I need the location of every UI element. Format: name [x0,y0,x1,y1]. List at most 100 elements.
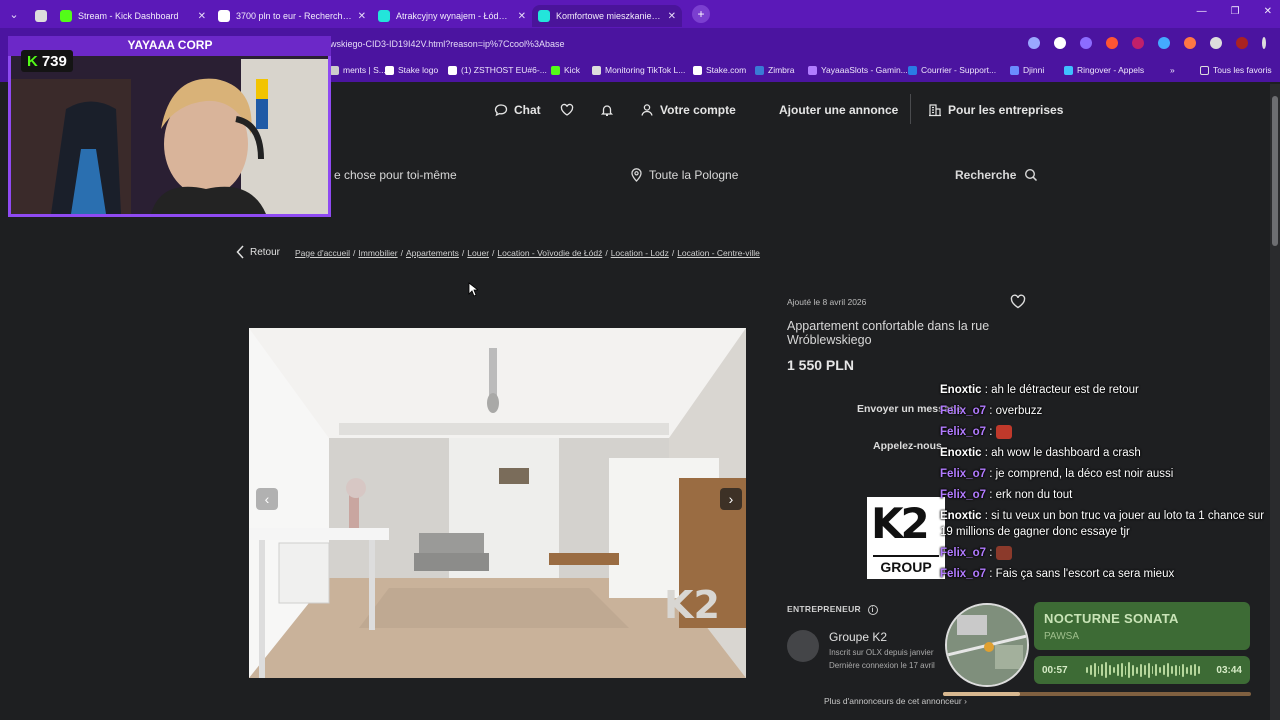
bookmark-label: Kick [564,65,581,75]
waveform-bar [1178,665,1181,675]
folder-icon [1200,65,1209,75]
breadcrumb-link[interactable]: Appartements [406,248,459,258]
elapsed-time: 00:57 [1042,665,1068,676]
kebab-menu-icon[interactable] [1262,37,1266,49]
tab-close-icon[interactable]: ✕ [358,11,366,22]
bookmark-item[interactable]: Monitoring TikTok L... [592,65,685,75]
info-icon[interactable]: i [867,605,878,615]
extension-icon[interactable] [1080,37,1092,49]
album-art-image [947,605,1027,685]
minimize-icon[interactable]: — [1197,6,1207,17]
search-button[interactable]: Recherche [955,168,1038,182]
waveform-bar [1128,662,1131,678]
chat-text: Fais ça sans l'escort ca sera mieux [995,568,1175,580]
restore-icon[interactable]: ❐ [1231,6,1240,17]
track-progress-fill [943,692,1020,696]
nav-business[interactable]: Pour les entreprises [928,100,1063,120]
chevron-right-icon: › [964,696,967,706]
chat-username: Felix_o7 [940,468,987,480]
bookmark-favicon-icon [755,65,764,75]
breadcrumb-link[interactable]: Page d'accueil [295,248,350,258]
apartment-photo-image: K2 [249,328,746,678]
bookmark-item[interactable]: Djinni [1010,65,1044,75]
breadcrumb-link[interactable]: Location - Voïvodie de Łódź [497,248,602,258]
nav-account[interactable]: Votre compte [640,100,736,120]
bookmark-item[interactable]: Ringover - Appels [1064,65,1144,75]
bookmarks-overflow[interactable]: » [1170,65,1175,75]
new-tab-button[interactable]: + [692,5,710,23]
close-window-icon[interactable]: ✕ [1264,6,1272,17]
browser-tab[interactable]: Komfortowe mieszkanie przy ul ✕ [532,5,682,27]
breadcrumb-separator: / [400,248,403,258]
tab-close-icon[interactable]: ✕ [668,11,676,22]
back-link[interactable]: Retour [236,245,280,259]
waveform-bar [1136,666,1139,674]
bookmark-item[interactable]: Courrier - Support... [908,65,996,75]
waveform-bar [1093,663,1096,677]
chat-colon: : [981,384,992,396]
search-query-input[interactable]: e chose pour toi-même [334,168,457,182]
favorites-heart-button[interactable] [560,100,580,120]
tab-favicon-icon [218,10,230,22]
bookmark-label: Zimbra [768,65,795,75]
bookmark-item[interactable]: YayaaaSlots - Gamin... [808,65,908,75]
translate-icon[interactable] [1028,37,1040,49]
waveform-bar [1113,667,1115,673]
now-playing-card: NOCTURNE SONATA PAWSA [1034,602,1250,650]
pinned-tab[interactable] [28,5,54,27]
breadcrumb-link[interactable]: Location - Centre-ville [677,248,760,258]
chat-message: Enoxtic : ah le détracteur est de retour [940,382,1270,398]
breadcrumb-separator: / [605,248,608,258]
bookmark-label: YayaaaSlots - Gamin... [821,65,908,75]
browser-tab[interactable]: Stream - Kick Dashboard ✕ [54,5,212,27]
photo-prev-button[interactable]: ‹ [256,488,278,510]
all-favorites[interactable]: Tous les favoris [1200,65,1272,75]
chat-bubble-icon [494,104,508,117]
call-button[interactable]: Appelez-nous [873,440,942,452]
listing-photo[interactable]: K2 [249,328,746,678]
bookmark-favicon-icon [1010,65,1019,75]
seller-name[interactable]: Groupe K2 [829,630,887,644]
breadcrumb-link[interactable]: Immobilier [358,248,397,258]
breadcrumb-link[interactable]: Location - Lodz [611,248,669,258]
breadcrumb-separator: / [671,248,675,258]
location-selector[interactable]: Toute la Pologne [630,168,738,182]
waveform-bar [1190,665,1193,675]
browser-tab[interactable]: Atrakcyjny wynajem - Łódź - sp ✕ [372,5,532,27]
more-from-seller-link[interactable]: Plus d'annonceurs de cet annonceur › [824,696,967,706]
bookmark-item[interactable]: (1) ZSTHOST EU#6-... [448,65,547,75]
photo-next-button[interactable]: › [720,488,742,510]
bookmark-item[interactable]: Kick [551,65,580,75]
bookmark-item[interactable]: Stake.com [693,65,746,75]
browser-tab[interactable]: 3700 pln to eur - Recherche Go ✕ [212,5,372,27]
add-listing-button[interactable]: Ajouter une annonce [779,100,898,120]
waveform-bar [1197,666,1200,674]
tab-title: Komfortowe mieszkanie przy ul [556,11,662,21]
extension-icon[interactable] [1106,37,1118,49]
viewer-count: 739 [41,52,67,70]
seller-logo: K2 GROUP [867,497,945,579]
nav-chat[interactable]: Chat [494,100,541,120]
extension-icon[interactable] [1132,37,1144,49]
tab-search-chevron-icon[interactable]: ⌄ [0,8,28,21]
tab-close-icon[interactable]: ✕ [198,11,206,22]
favorite-heart-icon[interactable] [1010,294,1026,309]
bookmark-item[interactable]: Zimbra [755,65,794,75]
tab-close-icon[interactable]: ✕ [518,11,526,22]
address-input[interactable]: wskiego-CID3-ID19I42V.html?reason=ip%7Cc… [300,33,1040,55]
extension-icon[interactable] [1184,37,1196,49]
breadcrumb-link[interactable]: Louer [467,248,489,258]
bookmark-item[interactable]: ments | S... [330,65,386,75]
extension-icon[interactable] [1158,37,1170,49]
chat-username: Felix_o7 [940,489,987,501]
track-progress-bar [943,692,1251,696]
page-scrollbar[interactable] [1270,84,1280,720]
bookmark-item[interactable]: Stake logo [385,65,438,75]
scrollbar-thumb[interactable] [1272,96,1278,246]
profile-avatar[interactable] [1236,37,1248,49]
star-icon[interactable] [1054,37,1066,49]
puzzle-icon[interactable] [1210,37,1222,49]
search-button-label: Recherche [955,168,1017,182]
chat-message: Felix_o7 : [940,545,1270,561]
notifications-button[interactable] [600,100,620,120]
